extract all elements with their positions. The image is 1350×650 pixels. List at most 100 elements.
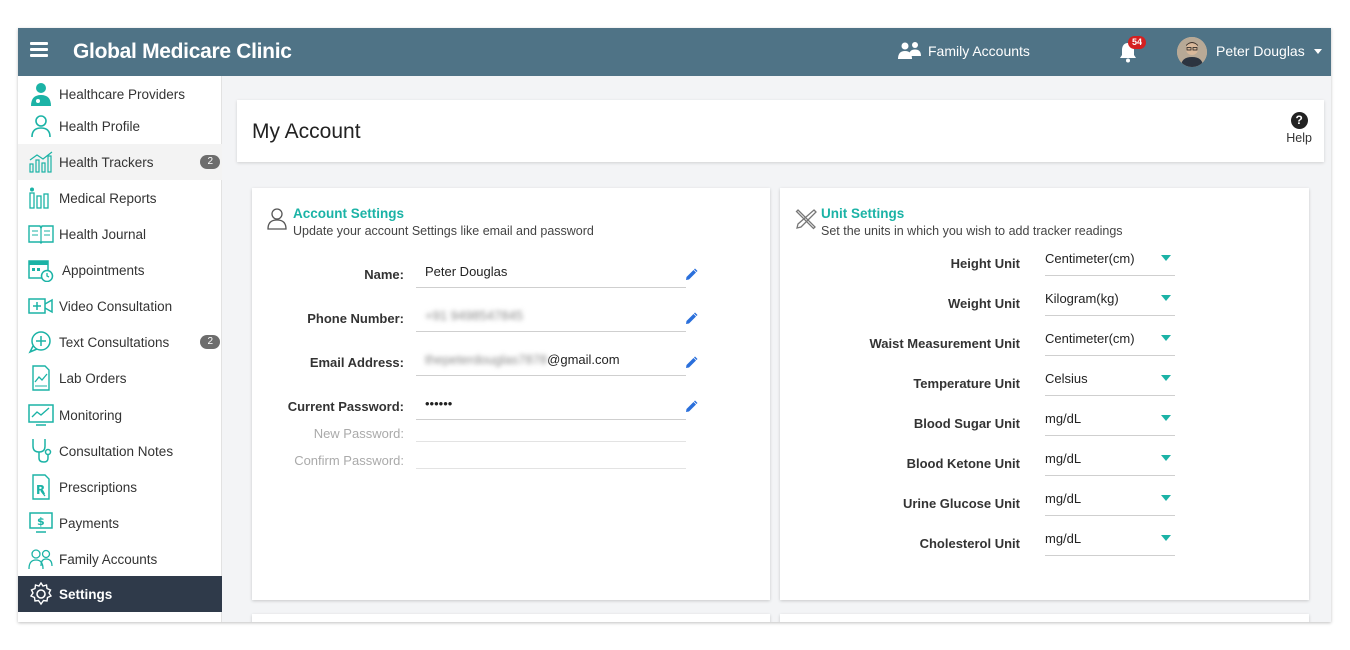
sidebar-item-label: Medical Reports (59, 190, 157, 206)
app-window: Global Medicare Clinic Family Accounts 5… (18, 28, 1331, 622)
unit-row-cholesterol: Cholesterol Unit mg/dL (780, 526, 1309, 556)
unit-settings-card: Unit Settings Set the units in which you… (780, 188, 1309, 600)
unit-row-waist: Waist Measurement Unit Centimeter(cm) (780, 326, 1309, 356)
chat-plus-icon (28, 329, 54, 355)
phone-value: +91 9498547845 (425, 308, 523, 323)
person-icon (28, 113, 54, 139)
unit-label: Blood Ketone Unit (906, 456, 1020, 471)
email-domain-value: @gmail.com (547, 352, 620, 367)
unit-label: Waist Measurement Unit (869, 336, 1021, 351)
current-password-value: •••••• (425, 396, 453, 411)
sidebar-item-label: Family Accounts (59, 551, 158, 567)
cholesterol-unit-select[interactable]: mg/dL (1045, 526, 1175, 556)
sidebar-item-healthcare-providers[interactable]: Healthcare Providers (18, 76, 222, 112)
caret-down-icon (1161, 455, 1171, 461)
app-title: Global Medicare Clinic (73, 40, 292, 63)
caret-down-icon (1161, 375, 1171, 381)
new-password-field[interactable] (416, 415, 686, 442)
stethoscope-icon (28, 438, 54, 464)
question-icon: ? (1290, 112, 1308, 129)
sidebar-item-medical-reports[interactable]: Medical Reports (18, 180, 222, 216)
caret-down-icon (1161, 415, 1171, 421)
payment-icon: $ (28, 510, 54, 536)
sidebar-item-label: Health Profile (59, 118, 141, 134)
email-row: Email Address: thepeterdouglas7878@gmail… (252, 346, 770, 376)
height-unit-select[interactable]: Centimeter(cm) (1045, 246, 1175, 276)
svg-text:$: $ (37, 515, 45, 528)
confirm-password-row: Confirm Password: (252, 442, 770, 469)
sidebar-item-text-consultations[interactable]: Text Consultations 2 (18, 324, 222, 360)
unit-label: Weight Unit (948, 296, 1020, 311)
waist-unit-select[interactable]: Centimeter(cm) (1045, 326, 1175, 356)
person-icon (267, 208, 287, 230)
edit-pencil-icon[interactable] (684, 400, 698, 414)
unit-row-blood-ketone: Blood Ketone Unit mg/dL (780, 446, 1309, 476)
count-badge: 2 (200, 155, 220, 169)
sidebar-item-lab-orders[interactable]: Lab Orders (18, 360, 222, 396)
user-name: Peter Douglas (1216, 43, 1305, 59)
sidebar: Healthcare Providers Health Profile Heal… (18, 76, 222, 622)
unit-label: Height Unit (950, 256, 1020, 271)
reports-icon (28, 185, 54, 211)
user-photo-icon (1177, 37, 1207, 67)
unit-settings-title: Unit Settings (821, 206, 905, 221)
chart-icon (28, 149, 54, 175)
sidebar-item-payments[interactable]: $ Payments (18, 505, 222, 541)
temperature-unit-select[interactable]: Celsius (1045, 366, 1175, 396)
sidebar-item-label: Prescriptions (59, 479, 138, 495)
family-accounts-link[interactable]: Family Accounts (898, 41, 1030, 61)
sidebar-item-label: Health Trackers (59, 154, 154, 170)
unit-row-urine-glucose: Urine Glucose Unit mg/dL (780, 486, 1309, 516)
edit-pencil-icon[interactable] (684, 268, 698, 282)
blood-sugar-unit-select[interactable]: mg/dL (1045, 406, 1175, 436)
sidebar-item-health-profile[interactable]: Health Profile (18, 108, 222, 144)
sidebar-item-monitoring[interactable]: Monitoring (18, 397, 222, 433)
selected-unit: mg/dL (1045, 451, 1082, 466)
notification-badge: 54 (1128, 36, 1147, 49)
chevron-down-icon[interactable] (1314, 49, 1322, 54)
email-field[interactable]: thepeterdouglas7878@gmail.com (416, 346, 686, 376)
tools-icon (795, 209, 817, 230)
sidebar-item-appointments[interactable]: Appointments (18, 252, 222, 288)
weight-unit-select[interactable]: Kilogram(kg) (1045, 286, 1175, 316)
sidebar-item-settings[interactable]: Settings (18, 576, 222, 612)
name-value: Peter Douglas (425, 264, 508, 279)
page-title: My Account (252, 120, 361, 143)
sidebar-item-label: Healthcare Providers (59, 86, 186, 102)
new-password-label: New Password: (313, 426, 404, 441)
unit-row-temperature: Temperature Unit Celsius (780, 366, 1309, 396)
help-button[interactable]: ? Help (1286, 112, 1312, 145)
account-settings-title: Account Settings (293, 206, 405, 221)
caret-down-icon (1161, 535, 1171, 541)
avatar[interactable] (1177, 37, 1207, 67)
sidebar-item-video-consultation[interactable]: Video Consultation (18, 288, 222, 324)
hamburger-menu-icon[interactable] (30, 42, 48, 58)
account-settings-subtitle: Update your account Settings like email … (293, 224, 594, 238)
journal-icon (28, 221, 54, 247)
confirm-password-field[interactable] (416, 442, 686, 469)
selected-unit: Kilogram(kg) (1045, 291, 1119, 306)
sidebar-item-label: Text Consultations (59, 334, 170, 350)
phone-field[interactable]: +91 9498547845 (416, 302, 686, 332)
caret-down-icon (1161, 295, 1171, 301)
sidebar-item-label: Monitoring (59, 407, 123, 423)
blood-ketone-unit-select[interactable]: mg/dL (1045, 446, 1175, 476)
sidebar-item-consultation-notes[interactable]: Consultation Notes (18, 433, 222, 469)
edit-pencil-icon[interactable] (684, 312, 698, 326)
unit-row-weight: Weight Unit Kilogram(kg) (780, 286, 1309, 316)
sidebar-item-family-accounts[interactable]: Family Accounts (18, 541, 222, 577)
family-accounts-label: Family Accounts (928, 43, 1030, 59)
sidebar-item-health-journal[interactable]: Health Journal (18, 216, 222, 252)
new-password-row: New Password: (252, 415, 770, 442)
account-settings-card: Account Settings Update your account Set… (252, 188, 770, 600)
sidebar-item-health-trackers[interactable]: Health Trackers 2 (18, 144, 222, 180)
urine-glucose-unit-select[interactable]: mg/dL (1045, 486, 1175, 516)
edit-pencil-icon[interactable] (684, 356, 698, 370)
sidebar-item-label: Consultation Notes (59, 443, 174, 459)
monitor-icon (28, 402, 54, 428)
caret-down-icon (1161, 255, 1171, 261)
sidebar-item-prescriptions[interactable]: R Prescriptions (18, 469, 222, 505)
name-field[interactable]: Peter Douglas (416, 258, 686, 288)
sidebar-item-label: Payments (59, 515, 120, 531)
lab-icon (28, 365, 54, 391)
